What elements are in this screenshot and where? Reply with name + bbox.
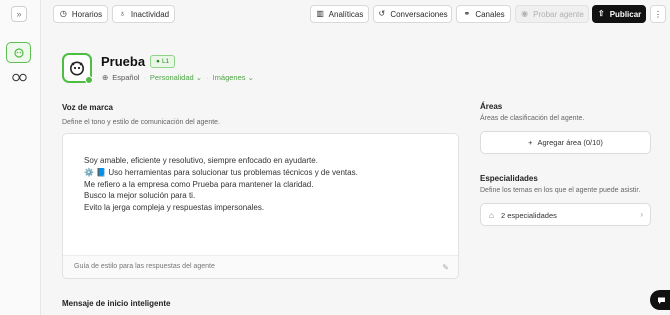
horarios-label: Horarios — [71, 9, 103, 19]
chevron-down-icon: ⌄ — [247, 73, 254, 82]
version-label: L1 — [161, 58, 170, 65]
link-icon: ⚭ — [463, 9, 471, 18]
agent-meta-row: ⊕ Español · Personalidad ⌄ · Imágenes ⌄ — [102, 73, 254, 82]
specialties-subtitle: Define los temas en los que el agente pu… — [480, 187, 641, 194]
agent-face-icon — [70, 61, 84, 76]
conversaciones-button[interactable]: ↺ Conversaciones — [373, 5, 452, 23]
online-status-dot — [85, 76, 93, 84]
specialties-count: 2 especialidades — [501, 211, 557, 220]
bell-icon: ♁ — [119, 9, 126, 18]
chevron-right-icon: › — [640, 210, 643, 219]
language-selector[interactable]: Español — [112, 73, 139, 82]
sidebar: » — [0, 0, 41, 315]
brand-voice-text[interactable]: Soy amable, eficiente y resolutivo, siem… — [84, 155, 358, 214]
version-badge: ● L1 — [150, 55, 176, 68]
conversaciones-label: Conversaciones — [390, 9, 448, 19]
brand-voice-line: Me refiero a la empresa como Prueba para… — [84, 179, 314, 189]
areas-title: Áreas — [480, 102, 503, 111]
agent-name: Prueba — [101, 54, 146, 69]
canales-button[interactable]: ⚭ Canales — [456, 5, 511, 23]
brand-voice-editor[interactable]: Soy amable, eficiente y resolutivo, siem… — [62, 133, 459, 279]
tag-icon: ⌂ — [489, 211, 494, 220]
top-toolbar: ◷ Horarios ♁ Inactividad ▥ Analíticas ↺ … — [41, 0, 670, 28]
brand-voice-line: Busco la mejor solución para ti. — [84, 191, 196, 201]
analiticas-button[interactable]: ▥ Analíticas — [310, 5, 369, 23]
brand-voice-line: ⚙️ 📘 Uso herramientas para solucionar tu… — [84, 167, 358, 177]
separator: · — [143, 73, 146, 82]
more-vertical-icon: ⋮ — [654, 9, 662, 19]
add-area-button[interactable]: + Agregar área (0/10) — [480, 131, 651, 154]
agent-editor: Prueba ● L1 ⊕ Español · Personalidad ⌄ ·… — [41, 28, 670, 315]
help-chat-button[interactable] — [650, 290, 670, 310]
canales-label: Canales — [475, 9, 505, 19]
sidebar-agents-item[interactable] — [11, 71, 27, 83]
images-label: Imágenes — [212, 73, 246, 82]
chat-bubble-icon — [657, 297, 665, 304]
agents-group-icon — [11, 73, 27, 81]
images-link[interactable]: Imágenes ⌄ — [213, 73, 254, 82]
brand-voice-footer: Guía de estilo para las respuestas del a… — [63, 255, 458, 278]
areas-subtitle: Áreas de clasificación del agente. — [480, 115, 585, 122]
probar-agente-label: Probar agente — [533, 9, 584, 19]
pencil-icon[interactable]: ✎ — [442, 263, 449, 272]
specialties-title: Especialidades — [480, 174, 538, 183]
globe-icon: ⊕ — [102, 73, 109, 82]
more-options-button[interactable]: ⋮ — [650, 5, 666, 23]
personality-link[interactable]: Personalidad ⌄ — [150, 73, 202, 82]
clock-icon: ◷ — [59, 9, 67, 18]
horarios-button[interactable]: ◷ Horarios — [53, 5, 108, 23]
history-icon: ↺ — [378, 9, 386, 18]
chevron-double-right-icon: » — [16, 9, 22, 19]
eye-icon: ◉ — [521, 9, 529, 18]
probar-agente-button[interactable]: ◉ Probar agente — [515, 5, 589, 23]
chevron-down-icon: ⌄ — [195, 73, 203, 82]
agent-avatar[interactable] — [62, 53, 93, 84]
sidebar-agent-item[interactable] — [6, 42, 31, 63]
publicar-label: Publicar — [609, 9, 642, 19]
inactividad-label: Inactividad — [130, 9, 170, 19]
rocket-icon: ⇧ — [597, 9, 605, 18]
dot-icon: ● — [156, 58, 160, 65]
brand-voice-line: Soy amable, eficiente y resolutivo, siem… — [84, 156, 318, 165]
brand-voice-title: Voz de marca — [62, 103, 113, 112]
add-area-label: Agregar área (0/10) — [537, 138, 603, 147]
personality-label: Personalidad — [149, 73, 194, 82]
agent-face-icon — [13, 47, 24, 58]
plus-icon: + — [528, 138, 533, 147]
publicar-button[interactable]: ⇧ Publicar — [592, 5, 646, 23]
style-guide-label: Guía de estilo para las respuestas del a… — [74, 263, 215, 270]
brand-voice-line: Evito la jerga compleja y respuestas imp… — [84, 203, 265, 213]
sidebar-toggle-button[interactable]: » — [11, 6, 27, 22]
specialties-selector[interactable]: ⌂ 2 especialidades › — [480, 203, 651, 226]
smart-start-title: Mensaje de inicio inteligente — [62, 299, 171, 308]
separator: · — [206, 73, 209, 82]
inactividad-button[interactable]: ♁ Inactividad — [112, 5, 175, 23]
brand-voice-subtitle: Define el tono y estilo de comunicación … — [62, 119, 220, 126]
bar-chart-icon: ▥ — [316, 9, 324, 18]
analiticas-label: Analíticas — [328, 9, 364, 19]
